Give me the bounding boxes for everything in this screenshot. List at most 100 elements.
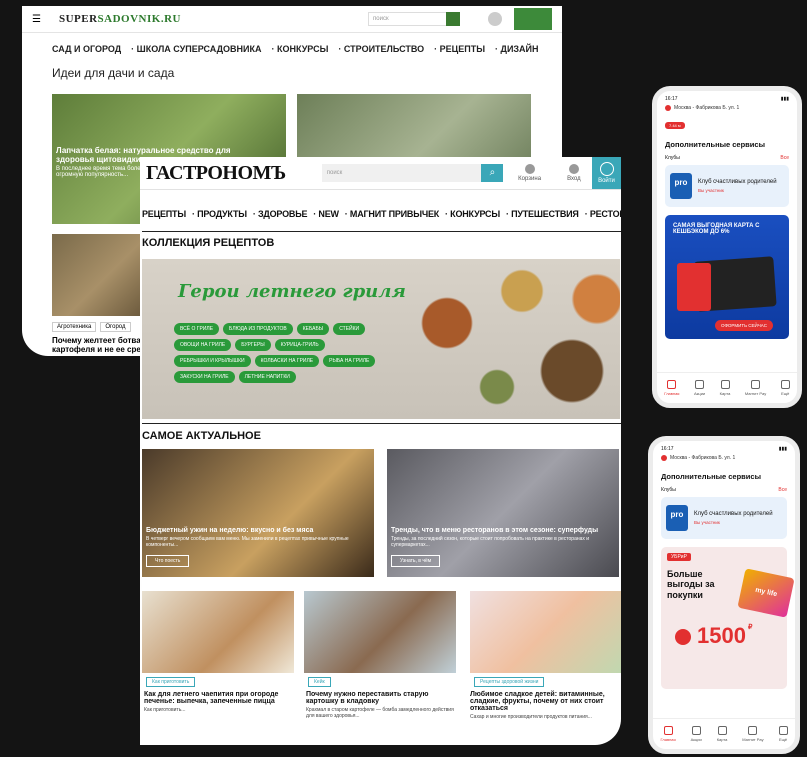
article-image[interactable] — [142, 591, 294, 673]
site-logo[interactable]: SUPERSADOVNIK.RU — [59, 13, 181, 25]
search-icon[interactable]: ⌕ — [481, 164, 504, 182]
club-card[interactable]: pro Клуб счастливых родителей Вы участник — [665, 165, 789, 207]
status-bar: 16:17 ▮▮▮ — [665, 96, 789, 102]
location-bar[interactable]: Москва - Фабрикова Б. ул. 1 — [653, 452, 795, 464]
add-button[interactable] — [514, 8, 552, 30]
user-icon[interactable] — [488, 12, 502, 26]
nav-item[interactable]: КОНКУРСЫ — [277, 44, 328, 54]
user-icon — [568, 164, 579, 174]
tab-bar: Главная Акции Карта Магнит Pay Ещё — [657, 372, 797, 403]
pill[interactable]: КУРИЦА-ГРИЛЬ — [274, 339, 325, 351]
basket-icon — [524, 164, 535, 174]
header: ГАСТРОНОМЪ поиск ⌕ Корзина Вход Войти — [140, 157, 621, 190]
article-card[interactable]: Бюджетный ужин на неделю: вкусно и без м… — [142, 449, 374, 577]
pill[interactable]: КЕБАБЫ — [296, 323, 330, 335]
section-title: КОЛЛЕКЦИЯ РЕЦЕПТОВ — [142, 237, 275, 249]
nav-item[interactable]: NEW — [318, 209, 339, 219]
article-title[interactable]: Как для летнего чаепития при огороде печ… — [144, 691, 294, 713]
section-title: САМОЕ АКТУАЛЬНОЕ — [142, 430, 261, 442]
club-logo: pro — [666, 505, 688, 531]
tag-pills: ВСЁ О ГРИЛЕ БЛЮДА ИЗ ПРОДУКТОВ КЕБАБЫ СТ… — [174, 323, 394, 383]
search-icon[interactable] — [446, 12, 460, 26]
nav-item[interactable]: СТРОИТЕЛЬСТВО — [344, 44, 424, 54]
nav-item[interactable]: ЗДОРОВЬЕ — [258, 209, 308, 219]
nav-item[interactable]: САД И ОГОРОД — [52, 44, 121, 54]
article-image[interactable] — [304, 591, 456, 673]
tab-pay[interactable]: Магнит Pay — [745, 380, 766, 396]
read-button[interactable]: Что поесть — [146, 555, 190, 567]
pill[interactable]: БУРГЕРЫ — [235, 339, 271, 351]
read-button[interactable]: Узнать, в чём — [391, 555, 441, 567]
pill[interactable]: РЫБА НА ГРИЛЕ — [323, 355, 376, 367]
nav-item[interactable]: МАГНИТ ПРИВЫЧЕК — [350, 209, 439, 219]
pay-icon — [748, 726, 758, 735]
article-card[interactable]: Тренды, что в меню ресторанов в этом сез… — [387, 449, 619, 577]
page-title: Дополнительные сервисы — [661, 472, 761, 481]
tag[interactable]: Агротехника — [52, 322, 97, 332]
see-all-link[interactable]: Все — [780, 155, 789, 161]
article-tag[interactable]: Кейк — [308, 677, 331, 687]
article-tag[interactable]: Как приготовить — [146, 677, 196, 687]
article-title: Бюджетный ужин на неделю: вкусно и без м… — [146, 527, 314, 534]
nav-item[interactable]: РЕЦЕПТЫ — [142, 209, 186, 219]
search-input[interactable]: поиск ⌕ — [321, 164, 504, 182]
pill[interactable]: РЕБРЫШКИ И КРЫЛЫШКИ — [174, 355, 251, 367]
nav-item[interactable]: КОНКУРСЫ — [450, 209, 500, 219]
home-icon — [663, 726, 673, 735]
pill[interactable]: ЛЕТНИЕ НАПИТКИ — [238, 371, 296, 383]
article-desc: Тренды, за последний сезон, которые стои… — [391, 536, 590, 548]
more-icon — [778, 726, 788, 735]
hero-food-image — [372, 259, 620, 419]
article-title[interactable]: Любимое сладкое детей: витаминные, сладк… — [470, 691, 620, 720]
nav-item[interactable]: ПУТЕШЕСТВИЯ — [511, 209, 579, 219]
tab-home[interactable]: Главная — [664, 380, 679, 396]
see-all-link[interactable]: Все — [778, 487, 787, 493]
tab-home[interactable]: Главная — [660, 726, 676, 742]
user-button[interactable]: Вход — [556, 164, 592, 182]
login-button[interactable]: Войти — [592, 157, 621, 189]
card-icon — [717, 726, 727, 735]
hero-banner[interactable]: Герои летнего гриля ВСЁ О ГРИЛЕ БЛЮДА ИЗ… — [142, 259, 620, 419]
tab-more[interactable]: Ещё — [778, 726, 788, 742]
search-input[interactable]: поиск — [368, 12, 460, 26]
site-logo[interactable]: ГАСТРОНОМЪ — [146, 162, 286, 185]
tab-bar: Главная Акции Карта Магнит Pay Ещё — [653, 718, 795, 749]
promo-title: Больше выгоды за покупки — [667, 569, 715, 600]
location-icon — [665, 105, 671, 111]
home-icon — [667, 380, 677, 389]
promo-banner[interactable]: УБРиР Больше выгоды за покупки my life 1… — [661, 547, 795, 689]
section-title: Идеи для дачи и сада — [52, 66, 175, 80]
article-title[interactable]: Почему нужно переставить старую картошку… — [306, 691, 456, 719]
pill[interactable]: КОЛБАСКИ НА ГРИЛЕ — [254, 355, 320, 367]
pill[interactable]: ЗАКУСКИ НА ГРИЛЕ — [174, 371, 235, 383]
nav-item[interactable]: РЕЦЕПТЫ — [440, 44, 485, 54]
club-card[interactable]: pro Клуб счастливых родителей Вы участник — [661, 497, 787, 539]
tab-promo[interactable]: Акции — [691, 726, 702, 742]
pill[interactable]: СТЕЙКИ — [333, 323, 366, 335]
nav-item[interactable]: ШКОЛА СУПЕРСАДОВНИКА — [137, 44, 262, 54]
nav-item[interactable]: ПРОДУКТЫ — [197, 209, 247, 219]
tab-pay[interactable]: Магнит Pay — [742, 726, 764, 742]
basket-button[interactable]: Корзина — [511, 164, 547, 182]
club-logo: pro — [670, 173, 692, 199]
tab-card[interactable]: Карта — [720, 380, 730, 396]
menu-icon[interactable]: ☰ — [32, 14, 41, 25]
pill[interactable]: ВСЁ О ГРИЛЕ — [174, 323, 220, 335]
article-tag[interactable]: Рецепты здоровой жизни — [474, 677, 545, 687]
phone-screenshot: 16:17 ▮▮▮ Москва - Фабрикова Б. ул. 1 7.4… — [652, 86, 802, 408]
pill[interactable]: ОВОЩИ НА ГРИЛЕ — [174, 339, 232, 351]
article-tags: Агротехника Огород — [52, 322, 131, 332]
apply-button[interactable]: ОФОРМИТЬ СЕЙЧАС — [715, 320, 773, 331]
main-nav: САД И ОГОРОД · ШКОЛА СУПЕРСАДОВНИКА · КОНК… — [52, 44, 539, 54]
nav-item[interactable]: РЕСТОРАНЫ — [590, 209, 621, 219]
tab-more[interactable]: Ещё — [780, 380, 790, 396]
tag[interactable]: Огород — [100, 322, 131, 332]
status-bar: 16:17 ▮▮▮ — [661, 446, 787, 452]
article-image[interactable] — [470, 591, 621, 673]
bank-card-banner[interactable]: САМАЯ ВЫГОДНАЯ КАРТА С КЕШБЭКОМ ДО 6% ОФ… — [665, 215, 789, 339]
tab-promo[interactable]: Акции — [694, 380, 705, 396]
pill[interactable]: БЛЮДА ИЗ ПРОДУКТОВ — [223, 323, 293, 335]
tab-card[interactable]: Карта — [717, 726, 727, 742]
location-bar[interactable]: Москва - Фабрикова Б. ул. 1 — [657, 102, 797, 114]
nav-item[interactable]: ДИЗАЙН — [501, 44, 539, 54]
